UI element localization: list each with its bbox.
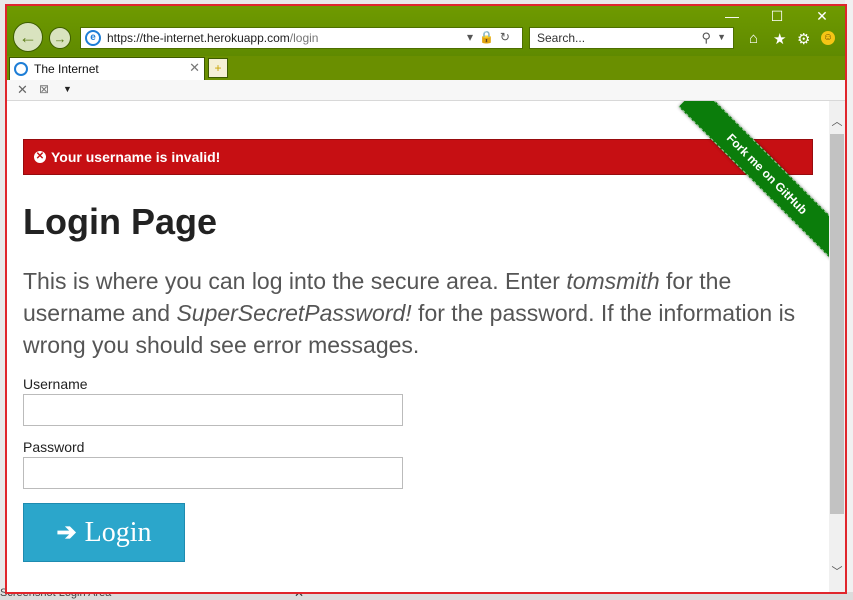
new-tab-button[interactable]: + — [208, 58, 228, 78]
tab-label: The Internet — [34, 62, 99, 76]
scroll-up-icon[interactable]: ︿ — [829, 113, 845, 129]
url-host: https://the-internet.herokuapp.com — [107, 31, 290, 45]
close-bar-icon[interactable]: ✕ — [17, 82, 28, 98]
maximize-button[interactable]: ☐ — [762, 8, 792, 25]
ie-icon: e — [85, 30, 101, 46]
flash-text: Your username is invalid! — [51, 149, 221, 165]
ie-icon — [14, 62, 28, 76]
tab-strip: The Internet ✕ + — [7, 56, 845, 80]
intro-password: SuperSecretPassword! — [176, 300, 412, 326]
tab-close-icon[interactable]: ✕ — [189, 60, 200, 76]
intro-username: tomsmith — [566, 268, 660, 294]
chevron-down-icon[interactable]: ▼ — [717, 32, 726, 42]
command-bar: ✕ ⊠ ▼ — [7, 80, 845, 101]
search-placeholder: Search... — [537, 31, 586, 45]
address-bar[interactable]: e https://the-internet.herokuapp.com/log… — [80, 27, 523, 49]
error-icon: ✕ — [34, 151, 46, 163]
url-text[interactable]: https://the-internet.herokuapp.com/login — [107, 31, 318, 45]
smiley-feedback-icon[interactable]: ☺ — [821, 31, 835, 45]
scrollbar-thumb[interactable] — [830, 134, 844, 514]
sign-in-icon: ➔ — [56, 519, 77, 546]
login-button-label: Login — [84, 516, 152, 548]
login-button[interactable]: ➔ Login — [23, 503, 185, 562]
flash-error-message: ✕ Your username is invalid! — [23, 139, 813, 175]
forward-button[interactable]: → — [49, 27, 71, 49]
search-input[interactable]: Search... ⚲ ▼ — [529, 27, 734, 49]
vertical-scrollbar[interactable]: ︿ ﹀ — [829, 101, 845, 592]
chevron-down-icon[interactable]: ▼ — [63, 84, 72, 94]
url-path: /login — [289, 31, 319, 45]
tab-the-internet[interactable]: The Internet ✕ — [9, 57, 205, 80]
page-title: Login Page — [23, 201, 218, 242]
star-icon[interactable]: ★ — [773, 30, 786, 48]
gear-icon[interactable]: ⚙ — [797, 30, 810, 48]
intro-part-1: This is where you can log into the secur… — [23, 268, 567, 294]
compatibility-view-icon[interactable]: ⊠ — [39, 82, 49, 96]
browser-toolbar: — ☐ ✕ ← → e https://the-internet.herokua… — [7, 6, 845, 56]
scroll-down-icon[interactable]: ﹀ — [829, 563, 845, 579]
username-field[interactable] — [23, 394, 403, 426]
browser-window: — ☐ ✕ ← → e https://the-internet.herokua… — [5, 4, 847, 594]
search-icon[interactable]: ⚲ — [701, 30, 711, 46]
password-field[interactable] — [23, 457, 403, 489]
page-viewport: ✕ Your username is invalid! Fork me on G… — [7, 101, 829, 592]
home-icon[interactable]: ⌂ — [749, 30, 758, 47]
minimize-button[interactable]: — — [717, 8, 747, 24]
address-actions-icons[interactable]: ▾🔒↻ — [467, 30, 516, 44]
intro-text: This is where you can log into the secur… — [23, 265, 813, 361]
username-label: Username — [23, 376, 88, 392]
password-label: Password — [23, 439, 85, 455]
back-button[interactable]: ← — [13, 22, 43, 52]
fork-ribbon-link[interactable]: Fork me on GitHub — [678, 101, 829, 263]
close-button[interactable]: ✕ — [807, 8, 837, 25]
